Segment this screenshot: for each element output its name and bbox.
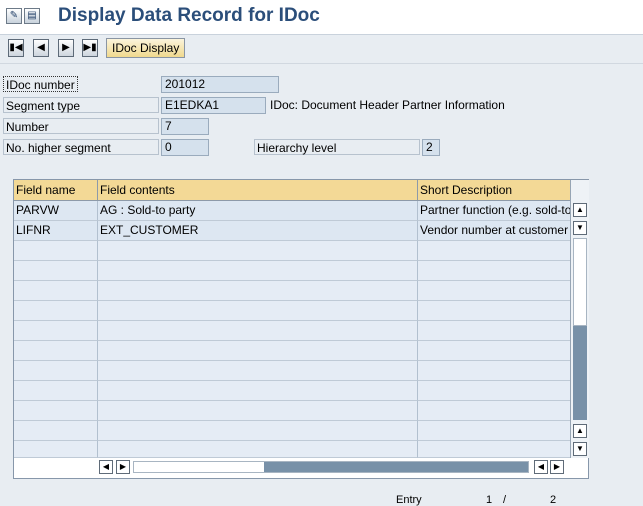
idoc-number-label: IDoc number [3, 76, 78, 92]
cell-short-description: Partner function (e.g. sold-to [417, 201, 570, 221]
hierarchy-level-label: Hierarchy level [254, 139, 420, 155]
arrow-left-icon: ◀ [537, 462, 545, 471]
table-row-empty [14, 341, 570, 361]
vertical-scroll-track[interactable] [573, 238, 587, 326]
table-row-empty [14, 261, 570, 281]
arrow-right-icon: ▶ [119, 462, 127, 471]
scroll-right-end-button[interactable]: ▶ [550, 460, 564, 474]
column-field-contents[interactable]: Field contents [97, 180, 417, 200]
column-field-name[interactable]: Field name [14, 180, 97, 200]
arrow-left-icon: ◀ [102, 462, 110, 471]
table-row-empty [14, 441, 570, 458]
title-bar: ✎ ▤ Display Data Record for IDoc [0, 0, 643, 35]
table-row-empty [14, 421, 570, 441]
hierarchy-level-field[interactable]: 2 [422, 139, 440, 156]
segment-type-field[interactable]: E1EDKA1 [161, 97, 266, 114]
scroll-down-button[interactable]: ▼ [573, 442, 587, 456]
table-row[interactable]: LIFNR EXT_CUSTOMER Vendor number at cust… [14, 221, 570, 241]
table-row-empty [14, 281, 570, 301]
scroll-right-button[interactable]: ▶ [116, 460, 130, 474]
scroll-left-end-button[interactable]: ◀ [534, 460, 548, 474]
scroll-left-button[interactable]: ◀ [99, 460, 113, 474]
arrow-down-icon: ▼ [576, 223, 584, 232]
table-header: Field name Field contents Short Descript… [14, 180, 570, 201]
toolbar: ▮◀ ◀ ▶ ▶▮ IDoc Display [0, 35, 643, 64]
document-icon[interactable]: ▤ [24, 8, 40, 24]
scroll-bottom-button[interactable]: ▼ [573, 221, 587, 235]
cell-field-name: PARVW [14, 201, 97, 221]
vertical-scroll-thumb[interactable] [573, 326, 587, 420]
vertical-scrollbar[interactable]: ▲ ▼ ▲ ▼ [570, 180, 589, 458]
segment-type-label: Segment type [3, 97, 159, 113]
table-row-empty [14, 301, 570, 321]
scroll-up-button[interactable]: ▲ [573, 424, 587, 438]
number-field[interactable]: 7 [161, 118, 209, 135]
last-page-icon: ▶▮ [83, 42, 97, 53]
cell-field-name: LIFNR [14, 221, 97, 241]
cell-field-contents: AG : Sold-to party [97, 201, 417, 221]
segment-fields-table: Field name Field contents Short Descript… [13, 179, 589, 479]
entry-label: Entry [396, 494, 422, 506]
scroll-top-button[interactable]: ▲ [573, 203, 587, 217]
table-row[interactable]: PARVW AG : Sold-to party Partner functio… [14, 201, 570, 221]
idoc-display-button[interactable]: IDoc Display [106, 38, 186, 58]
segment-description: IDoc: Document Header Partner Informatio… [270, 98, 505, 112]
title-icons: ✎ ▤ [6, 8, 40, 24]
entry-separator: / [503, 494, 507, 506]
idoc-number-field[interactable]: 201012 [161, 76, 279, 93]
number-label: Number [3, 118, 159, 134]
first-page-icon: ▮◀ [9, 42, 23, 53]
horizontal-scroll-track[interactable] [133, 461, 529, 473]
table-row-empty [14, 381, 570, 401]
page-title: Display Data Record for IDoc [58, 5, 320, 26]
higher-segment-label: No. higher segment [3, 139, 159, 155]
previous-page-button[interactable]: ◀ [33, 39, 49, 57]
arrow-up-icon: ▲ [576, 205, 584, 214]
next-page-icon: ▶ [62, 42, 70, 53]
horizontal-scroll-thumb[interactable] [264, 462, 528, 472]
last-page-button[interactable]: ▶▮ [82, 39, 98, 57]
entry-total: 2 [550, 494, 557, 506]
cell-short-description: Vendor number at customer [417, 221, 570, 241]
column-short-description[interactable]: Short Description [417, 180, 570, 200]
entry-current: 1 [486, 494, 493, 506]
arrow-up-icon: ▲ [576, 426, 584, 435]
table-row-empty [14, 361, 570, 381]
next-page-button[interactable]: ▶ [58, 39, 74, 57]
table-row-empty [14, 321, 570, 341]
arrow-right-icon: ▶ [553, 462, 561, 471]
arrow-down-icon: ▼ [576, 444, 584, 453]
first-page-button[interactable]: ▮◀ [8, 39, 24, 57]
table-row-empty [14, 241, 570, 261]
display-change-icon[interactable]: ✎ [6, 8, 22, 24]
horizontal-scrollbar[interactable]: ◀ ▶ ◀ ▶ [97, 459, 564, 475]
cell-field-contents: EXT_CUSTOMER [97, 221, 417, 241]
higher-segment-field[interactable]: 0 [161, 139, 209, 156]
table-row-empty [14, 401, 570, 421]
previous-page-icon: ◀ [37, 42, 45, 53]
